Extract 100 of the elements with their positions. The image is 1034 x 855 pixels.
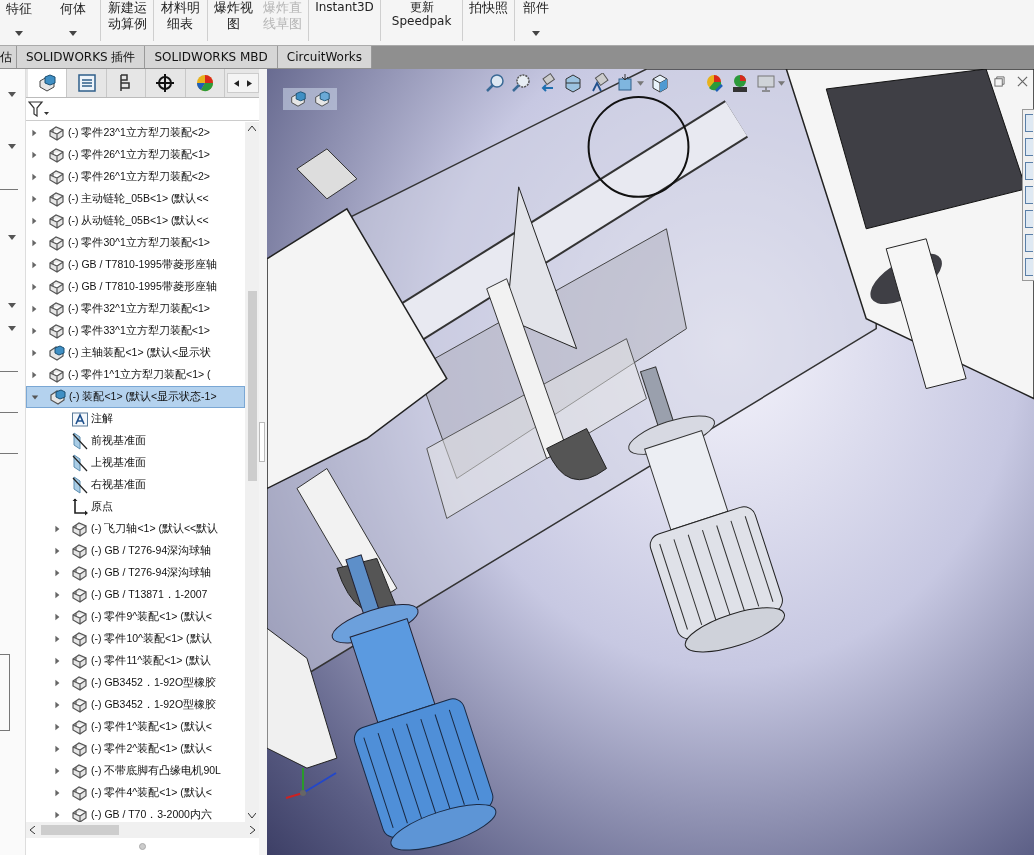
command-tab[interactable]: SOLIDWORKS MBD (145, 46, 278, 68)
expand-arrow-icon[interactable] (53, 767, 61, 775)
tree-item[interactable]: (-) GB / T70．3-2000内六 (26, 804, 245, 822)
toolbar-button[interactable]: 特征 (0, 0, 38, 45)
tree-item[interactable]: (-) 从动链轮_05B<1> (默认<< (26, 210, 245, 232)
dropdown-caret-icon[interactable] (8, 326, 16, 331)
resize-grip-icon[interactable] (139, 843, 146, 850)
tree-item[interactable]: 上视基准面 (26, 452, 245, 474)
filter-icon[interactable] (28, 101, 50, 117)
tree-item[interactable]: (-) 零件23^1立方犁刀装配<2> (26, 122, 245, 144)
toolbar-button[interactable]: 部件 (517, 0, 556, 45)
toolbar-button[interactable]: 更新 Speedpak (382, 0, 461, 45)
expand-arrow-icon[interactable] (31, 393, 39, 401)
tree-item[interactable]: (-) GB3452．1-92O型橡胶 (26, 694, 245, 716)
toolbar-button[interactable]: 爆炸视图 (209, 0, 258, 45)
edit-appearance-icon[interactable] (704, 73, 724, 93)
expand-arrow-icon[interactable] (30, 371, 38, 379)
tree-item[interactable]: (-) GB / T276-94深沟球轴 (26, 562, 245, 584)
toolbar-button[interactable]: 材料明细表 (156, 0, 205, 45)
toolbar-button[interactable]: 拍快照 (465, 0, 513, 45)
command-tab[interactable]: SOLIDWORKS 插件 (17, 46, 146, 68)
expand-arrow-icon[interactable] (30, 283, 38, 291)
tree-item[interactable]: (-) GB / T276-94深沟球轴 (26, 540, 245, 562)
task-pane-tab[interactable] (1025, 234, 1033, 252)
task-pane-tab[interactable] (1025, 258, 1033, 276)
scene-icon[interactable] (730, 73, 750, 93)
dropdown-caret-icon[interactable] (15, 31, 23, 36)
expand-arrow-icon[interactable] (30, 195, 38, 203)
tree-item[interactable]: (-) 不带底脚有凸缘电机90L (26, 760, 245, 782)
tree-item[interactable]: (-) 主轴装配<1> (默认<显示状 (26, 342, 245, 364)
view-orientation-icon[interactable] (615, 73, 635, 93)
tree-item[interactable]: (-) 零件11^装配<1> (默认 (26, 650, 245, 672)
scroll-down-icon[interactable] (248, 813, 256, 818)
dropdown-caret-icon[interactable] (69, 31, 77, 36)
command-tab[interactable]: 估 (0, 46, 17, 68)
scrollbar-thumb[interactable] (41, 825, 119, 835)
restore-window-icon[interactable] (994, 76, 1005, 87)
expand-arrow-icon[interactable] (53, 635, 61, 643)
horizontal-scrollbar[interactable] (26, 822, 259, 838)
left-arrow-icon[interactable] (234, 79, 240, 87)
tree-item[interactable]: (-) 零件26^1立方犁刀装配<1> (26, 144, 245, 166)
tree-item[interactable]: 注解 (26, 408, 245, 430)
tree-item[interactable]: (-) 零件30^1立方犁刀装配<1> (26, 232, 245, 254)
task-pane-tab[interactable] (1025, 138, 1033, 156)
expand-arrow-icon[interactable] (53, 679, 61, 687)
task-pane-tab[interactable] (1025, 210, 1033, 228)
dropdown-caret-icon[interactable] (8, 92, 16, 97)
dropdown-caret-icon[interactable] (8, 144, 16, 149)
expand-arrow-icon[interactable] (53, 525, 61, 533)
expand-arrow-icon[interactable] (30, 239, 38, 247)
expand-arrow-icon[interactable] (30, 305, 38, 313)
expand-arrow-icon[interactable] (30, 151, 38, 159)
expand-arrow-icon[interactable] (53, 789, 61, 797)
assembly-view-icon[interactable] (313, 90, 331, 108)
close-icon[interactable] (1017, 76, 1028, 87)
expand-arrow-icon[interactable] (30, 173, 38, 181)
scroll-up-icon[interactable] (248, 126, 256, 131)
tree-item[interactable]: 原点 (26, 496, 245, 518)
tree-item[interactable]: 前视基准面 (26, 430, 245, 452)
tree-item[interactable]: (-) 零件1^装配<1> (默认< (26, 716, 245, 738)
task-pane-tab[interactable] (1025, 114, 1033, 132)
expand-arrow-icon[interactable] (53, 745, 61, 753)
expand-arrow-icon[interactable] (53, 811, 61, 819)
zoom-to-fit-icon[interactable] (485, 73, 505, 93)
tree-item[interactable]: (-) 零件9^装配<1> (默认< (26, 606, 245, 628)
tree-item[interactable]: (-) 零件32^1立方犁刀装配<1> (26, 298, 245, 320)
expand-arrow-icon[interactable] (30, 327, 38, 335)
expand-arrow-icon[interactable] (53, 591, 61, 599)
dropdown-caret-icon[interactable] (8, 303, 16, 308)
tab-scroll-arrows[interactable] (227, 73, 260, 93)
tree-item[interactable]: (-) 装配<1> (默认<显示状态-1> (26, 386, 245, 408)
task-pane-tab[interactable] (1025, 162, 1033, 180)
toolbar-button[interactable]: Instant3D (311, 0, 378, 45)
tree-item[interactable]: (-) 零件33^1立方犁刀装配<1> (26, 320, 245, 342)
tree-item[interactable]: (-) GB / T7810-1995带菱形座轴 (26, 254, 245, 276)
scrollbar-thumb[interactable] (247, 291, 257, 481)
scroll-right-icon[interactable] (250, 826, 255, 834)
tree-item[interactable]: 右视基准面 (26, 474, 245, 496)
right-arrow-icon[interactable] (247, 79, 253, 87)
expand-arrow-icon[interactable] (53, 569, 61, 577)
expand-arrow-icon[interactable] (53, 613, 61, 621)
tree-item[interactable]: (-) 飞刀轴<1> (默认<<默认 (26, 518, 245, 540)
tree-item[interactable]: (-) GB3452．1-92O型橡胶 (26, 672, 245, 694)
tree-item[interactable]: (-) 主动链轮_05B<1> (默认<< (26, 188, 245, 210)
scroll-left-icon[interactable] (30, 826, 35, 834)
tree-item[interactable]: (-) 零件26^1立方犁刀装配<2> (26, 166, 245, 188)
toolbar-button[interactable]: 何体 (48, 0, 98, 45)
tree-item[interactable]: (-) 零件1^1立方犁刀装配<1> ( (26, 364, 245, 386)
expand-arrow-icon[interactable] (30, 217, 38, 225)
command-tab[interactable]: CircuitWorks (277, 46, 373, 68)
expand-arrow-icon[interactable] (53, 657, 61, 665)
expand-arrow-icon[interactable] (30, 261, 38, 269)
dynamic-annotation-icon[interactable] (589, 73, 609, 93)
tree-item[interactable]: (-) 零件4^装配<1> (默认< (26, 782, 245, 804)
task-pane-tab[interactable] (1025, 186, 1033, 204)
section-view-icon[interactable] (563, 73, 583, 93)
splitter-handle[interactable] (259, 422, 265, 462)
zoom-area-icon[interactable] (511, 73, 531, 93)
toolbar-button[interactable]: 新建运动算例 (103, 0, 152, 45)
vertical-scrollbar[interactable] (245, 122, 259, 822)
